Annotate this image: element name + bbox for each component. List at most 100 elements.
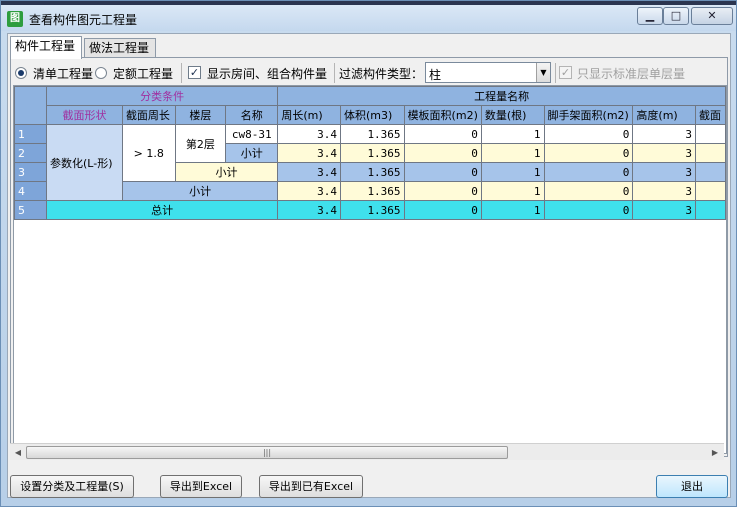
section-value[interactable] [695, 200, 726, 220]
scroll-left-icon[interactable]: ◀ [11, 446, 25, 459]
std-floor-only-checkbox[interactable]: ✓ [559, 66, 572, 79]
table-row[interactable]: 1 参数化(L-形) > 1.8 第2层 cw8-31 3.4 1.365 0 … [14, 124, 726, 201]
formwork-area-value[interactable]: 0 [403, 124, 482, 144]
volume-value[interactable]: 1.365 [339, 181, 405, 201]
show-rooms-checkbox[interactable]: ✓ [188, 66, 201, 79]
table-row[interactable]: 5 总计 3.4 1.365 0 1 0 3 [14, 200, 726, 220]
height-value[interactable]: 3 [632, 143, 697, 163]
column-header[interactable]: 数量(根) [480, 105, 545, 125]
separator [555, 63, 556, 83]
export-excel-button[interactable]: 导出到Excel [160, 475, 242, 498]
perimeter-cell[interactable]: > 1.8 [121, 124, 176, 182]
radio-quota-quantity[interactable] [95, 67, 107, 79]
formwork-area-value[interactable]: 0 [403, 162, 482, 182]
volume-value[interactable]: 1.365 [339, 143, 405, 163]
close-button[interactable]: ✕ [691, 7, 733, 25]
section-value[interactable] [695, 124, 726, 144]
maximize-button[interactable]: □ [663, 7, 689, 25]
perimeter-value[interactable]: 3.4 [277, 162, 341, 182]
scaffold-area-value[interactable]: 0 [543, 181, 634, 201]
quantity-grid[interactable]: 分类条件 工程量名称 截面形状 截面周长 楼层 名称 周长(m) 体积(m3) … [13, 85, 727, 454]
count-value[interactable]: 1 [480, 124, 545, 144]
tab-panel: 清单工程量 定额工程量 ✓ 显示房间、组合构件量 过滤构件类型： 柱 ▼ ✓ 只… [10, 57, 728, 457]
formwork-area-value[interactable]: 0 [403, 181, 482, 201]
std-floor-only-label: 只显示标准层单层量 [577, 67, 686, 81]
scroll-thumb[interactable]: ||| [26, 446, 508, 459]
floor-cell[interactable]: 第2层 [174, 124, 227, 163]
scaffold-area-value[interactable]: 0 [543, 124, 634, 144]
volume-value[interactable]: 1.365 [339, 124, 405, 144]
count-value[interactable]: 1 [480, 181, 545, 201]
title-bar[interactable]: 图 查看构件图元工程量 ▁ □ ✕ [1, 5, 736, 31]
tab-method-quantity[interactable]: 做法工程量 [84, 38, 156, 58]
scaffold-area-value[interactable]: 0 [543, 162, 634, 182]
tab-component-quantity[interactable]: 构件工程量 [10, 36, 82, 59]
count-value[interactable]: 1 [480, 143, 545, 163]
show-rooms-label[interactable]: 显示房间、组合构件量 [207, 65, 327, 82]
scroll-right-icon[interactable]: ▶ [708, 446, 722, 459]
column-header[interactable]: 楼层 [174, 105, 227, 125]
window-title: 查看构件图元工程量 [29, 13, 138, 27]
app-icon: 图 [7, 11, 23, 27]
subtotal-cell[interactable]: 小计 [174, 162, 279, 182]
count-value[interactable]: 1 [480, 162, 545, 182]
dialog-window: 图 查看构件图元工程量 ▁ □ ✕ 构件工程量 做法工程量 清单工程量 定额工程… [0, 0, 737, 507]
radio-list-quantity[interactable] [15, 67, 27, 79]
column-header[interactable]: 名称 [225, 105, 279, 125]
name-cell[interactable]: cw8-31 [225, 124, 279, 144]
section-value[interactable] [695, 143, 726, 163]
column-header[interactable]: 周长(m) [277, 105, 341, 125]
filter-type-select[interactable]: 柱 ▼ [425, 62, 551, 83]
radio-quota-quantity-label[interactable]: 定额工程量 [113, 65, 173, 82]
settings-button[interactable]: 设置分类及工程量(S) [10, 475, 134, 498]
subtotal-cell[interactable]: 小计 [121, 181, 279, 201]
column-header[interactable]: 截面周长 [121, 105, 176, 125]
formwork-area-value[interactable]: 0 [403, 200, 482, 220]
scaffold-area-value[interactable]: 0 [543, 200, 634, 220]
separator [181, 63, 182, 83]
scaffold-area-value[interactable]: 0 [543, 143, 634, 163]
row-number[interactable]: 3 [14, 162, 48, 182]
chevron-down-icon[interactable]: ▼ [536, 63, 550, 82]
quantity-group-header: 工程量名称 [277, 86, 726, 106]
row-number[interactable]: 2 [14, 143, 48, 163]
volume-value[interactable]: 1.365 [339, 162, 405, 182]
separator [334, 63, 335, 83]
row-number[interactable]: 1 [14, 124, 48, 144]
minimize-button[interactable]: ▁ [637, 7, 663, 25]
column-header[interactable]: 截面形状 [46, 105, 123, 125]
shape-cell[interactable]: 参数化(L-形) [46, 124, 123, 201]
corner-header [14, 86, 48, 125]
filter-label: 过滤构件类型： [339, 67, 424, 81]
column-header[interactable]: 模板面积(m2) [403, 105, 482, 125]
row-number[interactable]: 4 [14, 181, 48, 201]
exit-button[interactable]: 退出 [656, 475, 728, 498]
volume-value[interactable]: 1.365 [339, 200, 405, 220]
column-header[interactable]: 体积(m3) [339, 105, 405, 125]
filter-type-value: 柱 [429, 68, 442, 82]
export-existing-excel-button[interactable]: 导出到已有Excel [259, 475, 363, 498]
height-value[interactable]: 3 [632, 162, 697, 182]
category-group-header: 分类条件 [46, 86, 279, 106]
total-cell[interactable]: 总计 [46, 200, 279, 220]
perimeter-value[interactable]: 3.4 [277, 200, 341, 220]
dialog-client: 构件工程量 做法工程量 清单工程量 定额工程量 ✓ 显示房间、组合构件量 过滤构… [7, 33, 731, 498]
subtotal-cell[interactable]: 小计 [225, 143, 279, 163]
options-bar: 清单工程量 定额工程量 ✓ 显示房间、组合构件量 过滤构件类型： 柱 ▼ ✓ 只… [11, 62, 727, 84]
perimeter-value[interactable]: 3.4 [277, 143, 341, 163]
height-value[interactable]: 3 [632, 200, 697, 220]
height-value[interactable]: 3 [632, 124, 697, 144]
count-value[interactable]: 1 [480, 200, 545, 220]
height-value[interactable]: 3 [632, 181, 697, 201]
column-header[interactable]: 高度(m) [632, 105, 697, 125]
section-value[interactable] [695, 162, 726, 182]
row-number[interactable]: 5 [14, 200, 48, 220]
formwork-area-value[interactable]: 0 [403, 143, 482, 163]
section-value[interactable] [695, 181, 726, 201]
radio-list-quantity-label[interactable]: 清单工程量 [33, 65, 93, 82]
horizontal-scrollbar[interactable]: ◀ ||| ▶ [10, 443, 724, 460]
column-header[interactable]: 截面 [695, 105, 726, 125]
perimeter-value[interactable]: 3.4 [277, 181, 341, 201]
column-header[interactable]: 脚手架面积(m2) [543, 105, 634, 125]
perimeter-value[interactable]: 3.4 [277, 124, 341, 144]
